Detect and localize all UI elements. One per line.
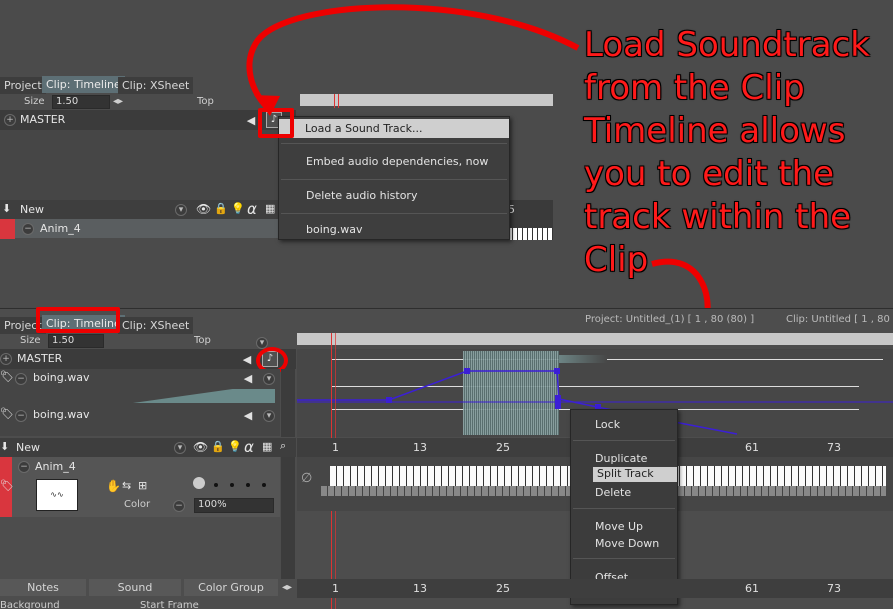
menu-separator [573, 440, 675, 441]
footer-ruler: 1 13 25 61 73 [297, 579, 893, 598]
annotation-line: you to edit the [584, 154, 835, 194]
layer-name: Anim_4 [35, 460, 76, 473]
menu-move-up[interactable]: Move Up [571, 520, 677, 533]
menu-separator [573, 508, 675, 509]
tag-icon[interactable]: 🏷 [0, 479, 14, 492]
remove-icon[interactable]: − [18, 461, 30, 473]
add-frame-icon[interactable]: ⊞ [138, 479, 147, 492]
menu-separator [573, 558, 675, 559]
onion-skin-icon[interactable]: ✋ [106, 479, 121, 493]
frame-number: 1 [332, 441, 339, 454]
layer-scrollbar[interactable] [281, 457, 295, 579]
tag-icon[interactable]: 🏷 [0, 407, 14, 420]
dot-selected-icon[interactable] [193, 477, 205, 489]
master-label: MASTER [17, 352, 63, 365]
dot-icon[interactable] [230, 483, 234, 487]
menu-lock[interactable]: Lock [571, 418, 677, 431]
annotation-line: Timeline allows [584, 111, 846, 151]
grid-icon[interactable]: ▦ [262, 440, 272, 453]
menu-delete[interactable]: Delete [571, 486, 677, 499]
clip-status: Clip: Untitled [ 1 , 80 (8 [786, 314, 893, 325]
frame-number: 73 [827, 441, 841, 454]
footer-arrows-icon[interactable]: ◂▸ [282, 582, 292, 593]
color-toggle-icon[interactable]: − [173, 500, 185, 512]
top-label: Top [194, 335, 211, 346]
annotation-text: Load Soundtrack from the Clip Timeline a… [584, 24, 889, 282]
tag-icon[interactable]: 🏷 [0, 370, 14, 383]
frame-number: 61 [745, 582, 759, 595]
bottom-panel: Project Clip: Timeline Clip: XSheet Proj… [0, 307, 893, 609]
speaker-icon[interactable]: ◀ [241, 408, 255, 422]
frame-number: 25 [496, 441, 510, 454]
footer-sound-button[interactable]: Sound [89, 579, 181, 596]
remove-icon[interactable]: − [15, 373, 27, 385]
chevron-down-icon[interactable]: ▾ [174, 442, 186, 454]
track-name: boing.wav [33, 408, 90, 421]
no-entry-icon: ∅ [301, 471, 313, 486]
dot-icon[interactable] [214, 483, 218, 487]
bottom-master-row: + MASTER ◀ ♪ [0, 349, 296, 369]
footer-notes-button[interactable]: Notes [0, 579, 86, 596]
dot-icon[interactable] [246, 483, 250, 487]
bottom-layer-row: 🏷 − Anim_4 ∿∿ ✋ ⇆ ⊞ Color − 100% [0, 457, 280, 517]
annotation-line: from the Clip [584, 68, 805, 108]
track-row: 🏷 − boing.wav ◀ ▾ [0, 406, 280, 436]
track-name: boing.wav [33, 371, 90, 384]
bottom-ruler [297, 333, 893, 345]
alpha-icon[interactable]: α [244, 438, 254, 456]
speaker-icon[interactable]: ◀ [241, 371, 255, 385]
frame-number: 13 [413, 441, 427, 454]
dot-icon[interactable] [262, 483, 266, 487]
add-icon[interactable]: + [0, 353, 12, 365]
menu-split-track[interactable]: Split Track [593, 467, 677, 482]
remove-icon[interactable]: − [15, 410, 27, 422]
annotation-line: Clip [584, 240, 649, 280]
speaker-icon[interactable]: ◀ [240, 352, 254, 366]
size-label: Size [20, 335, 41, 346]
sync-icon[interactable]: ⇆ [122, 479, 131, 492]
volume-ramp [15, 389, 275, 403]
highlight-box-tab [36, 307, 120, 333]
track-scrollbar[interactable] [281, 369, 295, 437]
frame-number: 61 [745, 441, 759, 454]
layer-new-label: New [16, 441, 40, 454]
chevron-down-icon[interactable]: ▾ [263, 373, 275, 385]
opacity-field[interactable]: 100% [194, 498, 274, 513]
annotation-line: track within the [584, 197, 852, 237]
chevron-down-icon[interactable]: ▾ [263, 410, 275, 422]
track-row: 🏷 − boing.wav ◀ ▾ [0, 369, 280, 407]
footer-background-field[interactable]: Background [0, 600, 130, 609]
tab-clip-xsheet[interactable]: Clip: XSheet [118, 317, 194, 334]
lock-icon[interactable]: 🔒 [211, 440, 225, 453]
frame-number: 25 [496, 582, 510, 595]
color-label: Color [124, 499, 151, 510]
project-status: Project: Untitled_(1) [ 1 , 80 (80) ] [585, 314, 755, 325]
menu-duplicate[interactable]: Duplicate [571, 452, 677, 465]
size-input[interactable]: 1.50 [48, 334, 104, 348]
frame-number: 13 [413, 582, 427, 595]
layers-icon[interactable]: ⬇ [0, 440, 9, 453]
bottom-layer-header: ⬇ New ▾ 👁 🔒 💡 α ▦ ⌕ [0, 438, 296, 457]
search-icon[interactable]: ⌕ [280, 439, 286, 453]
menu-move-down[interactable]: Move Down [571, 537, 677, 550]
track-context-menu: Lock Duplicate Split Track Delete Move U… [570, 409, 678, 605]
frame-number: 73 [827, 582, 841, 595]
layer-thumbnail: ∿∿ [36, 479, 78, 511]
bulb-icon[interactable]: 💡 [228, 440, 242, 453]
frame-number: 1 [332, 582, 339, 595]
eye-icon[interactable]: 👁 [193, 440, 208, 454]
footer-color-group-button[interactable]: Color Group [184, 579, 278, 596]
annotation-line: Load Soundtrack [584, 25, 870, 65]
footer-start-frame-field[interactable]: Start Frame [140, 600, 270, 609]
